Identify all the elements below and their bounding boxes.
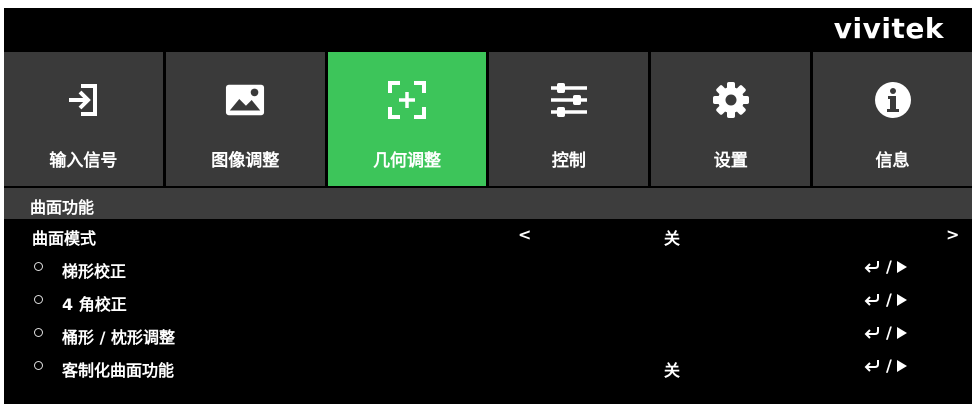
tab-label: 几何调整 [373, 151, 442, 171]
row-value: 关 [664, 229, 681, 248]
bullet-icon [34, 295, 43, 304]
tab-label: 信息 [875, 151, 910, 171]
image-icon [225, 80, 265, 120]
separator: / [886, 290, 892, 309]
enter-icon [864, 293, 879, 306]
play-arrow-icon [896, 260, 907, 273]
tab-settings[interactable]: 设置 [651, 52, 811, 186]
bullet-icon [34, 361, 43, 370]
enter-action[interactable]: / [864, 257, 908, 276]
enter-icon [864, 260, 879, 273]
enter-action[interactable]: / [864, 323, 908, 342]
separator: / [886, 356, 892, 375]
geometry-icon [387, 80, 427, 120]
tab-control[interactable]: 控制 [489, 52, 649, 186]
tab-image[interactable]: 图像调整 [165, 52, 325, 186]
bullet-icon [34, 328, 43, 337]
next-option-arrow[interactable]: > [946, 225, 959, 244]
section-title: 曲面功能 [4, 188, 972, 219]
row-label: 梯形校正 [62, 262, 127, 281]
play-arrow-icon [896, 359, 907, 372]
menu-tabs: 输入信号 图像调整 几何调整 控制 设置 信息 [4, 52, 972, 186]
top-bar: vivitek [4, 8, 972, 51]
prev-option-arrow[interactable]: < [518, 225, 531, 244]
tab-label: 输入信号 [49, 151, 118, 171]
separator: / [886, 323, 892, 342]
tab-label: 图像调整 [211, 151, 280, 171]
tab-input[interactable]: 输入信号 [4, 52, 163, 186]
row-label: 客制化曲面功能 [62, 361, 175, 380]
row-label: 曲面模式 [32, 229, 97, 248]
row-value: 关 [664, 361, 681, 380]
tab-info[interactable]: 信息 [813, 52, 972, 186]
osd-menu: vivitek 输入信号 图像调整 几何调整 控制 设置 信息 曲面功能 曲面模… [4, 8, 972, 404]
enter-icon [864, 326, 879, 339]
separator: / [886, 257, 892, 276]
keystone-row[interactable]: 梯形校正 / [4, 252, 972, 285]
cropped-caption [0, 0, 976, 8]
row-label: 桶形 / 枕形调整 [62, 328, 175, 347]
sliders-icon [549, 80, 589, 120]
enter-action[interactable]: / [864, 290, 908, 309]
input-icon [63, 80, 103, 120]
enter-action[interactable]: / [864, 356, 908, 375]
info-icon [873, 80, 913, 120]
row-label: 4 角校正 [62, 295, 127, 314]
settings-list: 曲面模式 < 关 > 梯形校正 / 4 角校正 / 桶形 / 枕形调整 / 客制… [4, 219, 972, 384]
four-corner-row[interactable]: 4 角校正 / [4, 285, 972, 318]
section-title-text: 曲面功能 [30, 198, 95, 217]
tab-geometry[interactable]: 几何调整 [327, 52, 487, 186]
bullet-icon [34, 262, 43, 271]
curve-mode-row[interactable]: 曲面模式 < 关 > [4, 219, 972, 252]
play-arrow-icon [896, 326, 907, 339]
brand-logo: vivitek [833, 12, 944, 45]
barrel-pincushion-row[interactable]: 桶形 / 枕形调整 / [4, 318, 972, 351]
play-arrow-icon [896, 293, 907, 306]
gear-icon [711, 80, 751, 120]
tab-label: 控制 [551, 151, 586, 171]
custom-warp-row[interactable]: 客制化曲面功能 关 / [4, 351, 972, 384]
enter-icon [864, 359, 879, 372]
tab-label: 设置 [713, 151, 748, 171]
